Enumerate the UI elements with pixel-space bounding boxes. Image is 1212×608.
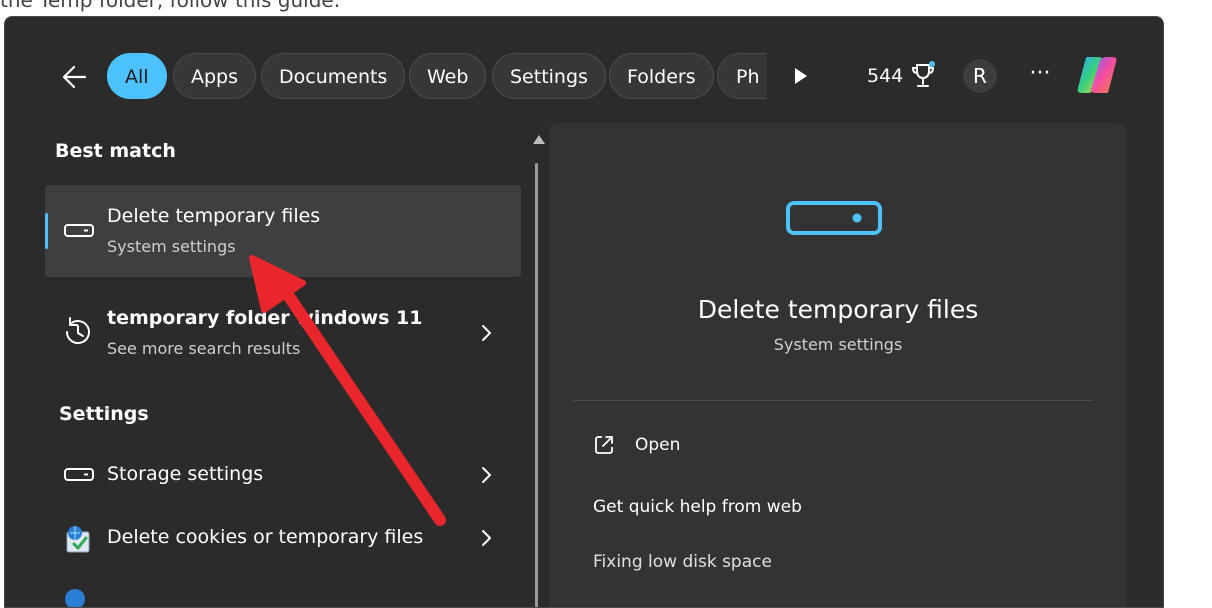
tab-apps[interactable]: Apps <box>173 53 257 99</box>
tab-documents[interactable]: Documents <box>261 53 406 99</box>
background-page-text: the Temp folder, follow this guide. <box>0 0 341 12</box>
copilot-icon[interactable] <box>1073 53 1121 97</box>
rewards-points: 544 <box>867 65 904 87</box>
result-subtitle: System settings <box>107 237 236 256</box>
tab-web[interactable]: Web <box>409 53 487 99</box>
arrow-left-icon[interactable] <box>57 59 93 95</box>
result-delete-cookies[interactable]: Delete cookies or temporary files <box>45 512 521 564</box>
best-match-heading: Best match <box>55 140 176 162</box>
storage-drive-icon <box>64 468 94 481</box>
open-external-icon <box>595 436 613 454</box>
detail-pane: Delete temporary files System settings O… <box>549 123 1127 607</box>
result-delete-temporary-files[interactable]: Delete temporary files System settings <box>45 185 521 277</box>
history-icon <box>65 317 90 345</box>
detail-subtitle: System settings <box>773 335 903 354</box>
action-quick-help[interactable]: Get quick help from web <box>593 497 802 517</box>
action-open[interactable]: Open <box>635 435 680 455</box>
avatar[interactable]: R <box>963 59 997 93</box>
tab-photos[interactable]: Ph <box>717 53 767 99</box>
action-fixing-low-disk-space[interactable]: Fixing low disk space <box>593 552 772 572</box>
result-title: Delete cookies or temporary files <box>107 526 424 548</box>
filter-bar: All Apps Documents Web Settings Folders … <box>5 17 1163 137</box>
chevron-right-icon <box>482 530 491 546</box>
scroll-up-icon[interactable] <box>533 135 545 144</box>
result-storage-settings[interactable]: Storage settings <box>45 449 521 501</box>
chevron-right-icon <box>482 325 491 341</box>
result-subtitle: See more search results <box>107 339 301 358</box>
more-icon[interactable]: ··· <box>1025 61 1055 91</box>
search-window: All Apps Documents Web Settings Folders … <box>4 16 1164 608</box>
detail-title: Delete temporary files <box>697 295 979 324</box>
storage-drive-icon <box>64 224 94 237</box>
detail-divider <box>573 400 1093 401</box>
results-scrollbar[interactable] <box>533 135 545 607</box>
chevron-right-icon <box>482 467 491 483</box>
tab-all[interactable]: All <box>107 53 167 99</box>
play-icon[interactable] <box>785 61 815 91</box>
result-title: temporary folder windows 11 <box>107 307 423 329</box>
next-result-icon <box>65 589 85 607</box>
storage-drive-icon <box>786 201 882 235</box>
scrollbar-thumb[interactable] <box>535 163 538 607</box>
settings-heading: Settings <box>59 403 149 425</box>
result-web-search[interactable]: temporary folder windows 11 See more sea… <box>45 287 521 377</box>
tab-settings[interactable]: Settings <box>492 53 606 99</box>
trophy-icon[interactable] <box>909 61 937 91</box>
tab-folders[interactable]: Folders <box>609 53 714 99</box>
selection-indicator <box>45 213 48 249</box>
result-title: Storage settings <box>107 463 264 485</box>
result-title: Delete temporary files <box>107 205 321 227</box>
internet-options-icon <box>66 526 90 553</box>
